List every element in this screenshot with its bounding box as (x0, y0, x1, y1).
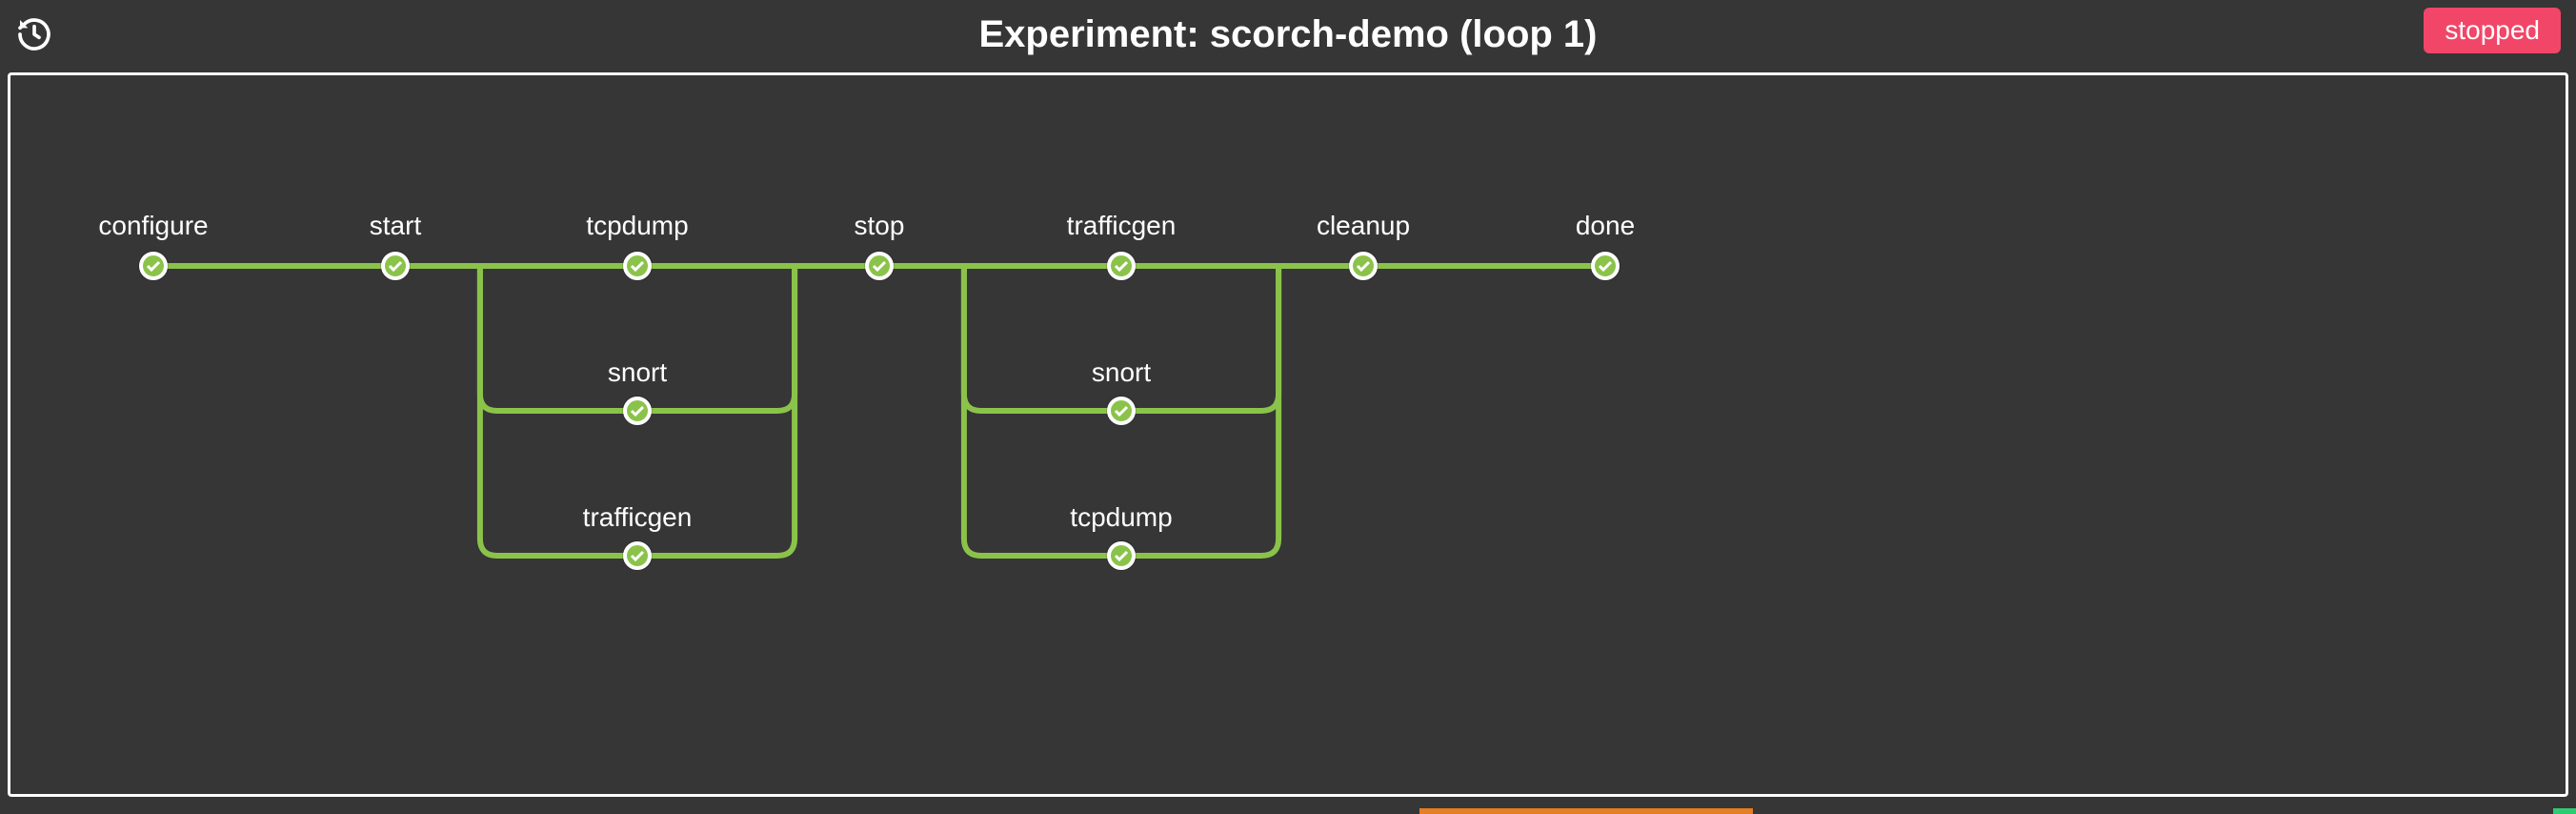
check-icon (1356, 260, 1371, 272)
node-label-done: done (1576, 211, 1635, 241)
node-label-trafficgen-1: trafficgen (583, 502, 693, 533)
node-label-snort-2: snort (1092, 357, 1151, 388)
status-badge: stopped (2424, 8, 2561, 53)
node-label-trafficgen-2: trafficgen (1067, 211, 1177, 241)
accent-green (2553, 808, 2576, 814)
node-snort-2[interactable] (1107, 397, 1136, 425)
node-tcpdump-2[interactable] (1107, 541, 1136, 570)
page-title: Experiment: scorch-demo (loop 1) (11, 13, 2565, 56)
node-snort-1[interactable] (623, 397, 652, 425)
node-trafficgen-2[interactable] (1107, 252, 1136, 280)
node-label-configure: configure (98, 211, 208, 241)
node-label-start: start (370, 211, 421, 241)
check-icon (630, 550, 645, 561)
node-trafficgen-1[interactable] (623, 541, 652, 570)
check-icon (1598, 260, 1613, 272)
pipeline-edges (10, 75, 2566, 794)
node-done[interactable] (1591, 252, 1620, 280)
node-tcpdump-1[interactable] (623, 252, 652, 280)
check-icon (146, 260, 161, 272)
check-icon (1114, 405, 1129, 417)
history-button[interactable] (11, 11, 57, 57)
check-icon (630, 260, 645, 272)
node-label-stop: stop (855, 211, 905, 241)
node-label-tcpdump-1: tcpdump (586, 211, 688, 241)
check-icon (1114, 550, 1129, 561)
node-start[interactable] (381, 252, 410, 280)
check-icon (872, 260, 887, 272)
history-icon (15, 15, 53, 53)
check-icon (630, 405, 645, 417)
pipeline-panel: configure start tcpdump snort trafficgen stop… (8, 72, 2568, 797)
node-label-tcpdump-2: tcpdump (1070, 502, 1172, 533)
node-label-snort-1: snort (608, 357, 667, 388)
check-icon (1114, 260, 1129, 272)
node-cleanup[interactable] (1349, 252, 1378, 280)
accent-orange (1419, 808, 1753, 814)
node-stop[interactable] (865, 252, 894, 280)
node-configure[interactable] (139, 252, 168, 280)
check-icon (388, 260, 403, 272)
header: Experiment: scorch-demo (loop 1) stopped (0, 0, 2576, 69)
node-label-cleanup: cleanup (1317, 211, 1410, 241)
